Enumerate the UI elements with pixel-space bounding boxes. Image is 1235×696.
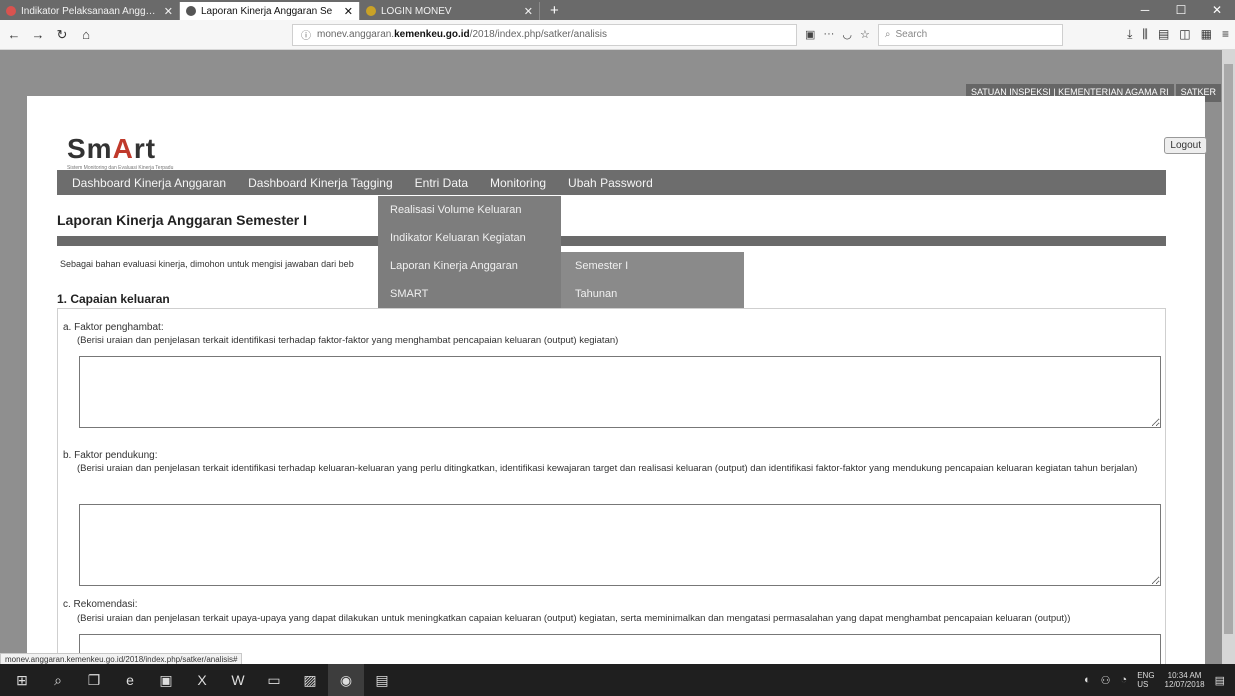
minimize-icon[interactable]: ─ — [1127, 3, 1163, 17]
file-explorer-icon[interactable]: ▭ — [256, 664, 292, 696]
sidebar-icon[interactable]: ▤ — [1158, 27, 1169, 42]
tab-close-icon[interactable]: ✕ — [344, 5, 353, 18]
menu-item-entri-data[interactable]: Entri Data — [415, 176, 468, 190]
download-icon[interactable]: ⤓ — [1127, 27, 1132, 42]
question-label-a: a. Faktor penghambat: — [63, 322, 164, 333]
edge-browser-icon[interactable]: e — [112, 664, 148, 696]
search-icon: ⌕ — [884, 29, 891, 40]
new-tab-button[interactable]: + — [540, 2, 569, 20]
excel-icon[interactable]: X — [184, 664, 220, 696]
browser-tab-1[interactable]: Indikator Pelaksanaan Anggaran Ti ✕ — [0, 2, 180, 20]
task-view-icon[interactable]: ❐ — [76, 664, 112, 696]
menu-item-ubah-password[interactable]: Ubah Password — [568, 176, 653, 190]
section-title: 1. Capaian keluaran — [57, 292, 170, 306]
firefox-icon[interactable]: ◉ — [328, 664, 364, 696]
question-desc-b: (Berisi uraian dan penjelasan terkait id… — [77, 463, 1138, 474]
windows-taskbar: ⊞ ⌕ ❐ e ▣ X W ▭ ▨ ◉ ▤ ◐ ⚇ ◔ ENG US 10:34 … — [0, 664, 1235, 696]
reader-view-icon[interactable]: ▣ — [805, 28, 815, 41]
store-icon[interactable]: ▣ — [148, 664, 184, 696]
reload-icon[interactable]: ↻ — [54, 27, 70, 43]
search-input[interactable]: ⌕ Search — [877, 23, 1063, 46]
extension-icon[interactable]: ▦ — [1201, 27, 1212, 42]
browser-toolbar: ⤓ ⫼ ▤ ◫ ▦ ≡ — [1127, 27, 1229, 42]
pocket-icon[interactable]: ◡ — [842, 28, 852, 41]
tab-favicon-icon — [366, 6, 376, 16]
back-arrow-icon[interactable]: ← — [6, 27, 22, 42]
tab-favicon-icon — [186, 6, 196, 16]
submenu-item-tahunan[interactable]: Tahunan — [561, 280, 744, 308]
photos-icon[interactable]: ▨ — [292, 664, 328, 696]
volume-icon[interactable]: ◔ — [1121, 674, 1128, 686]
network-icon[interactable]: ◐ — [1084, 674, 1091, 686]
dropdown-item-indikator-keluaran[interactable]: Indikator Keluaran Kegiatan — [378, 224, 561, 252]
page-actions-button[interactable]: ··· — [823, 28, 834, 41]
logo-text: SmArt — [67, 133, 157, 164]
title-divider — [57, 236, 1166, 246]
close-window-icon[interactable]: ✕ — [1199, 3, 1235, 17]
address-bar[interactable]: ⓘ monev.anggaran.kemenkeu.go.id/2018/ind… — [292, 23, 797, 46]
app-icon[interactable]: ▤ — [364, 664, 400, 696]
menu-item-monitoring[interactable]: Monitoring — [490, 176, 546, 190]
clock[interactable]: 10:34 AM 12/07/2018 — [1165, 671, 1205, 689]
word-icon[interactable]: W — [220, 664, 256, 696]
dropdown-lower: Laporan Kinerja Anggaran SMART — [378, 252, 561, 308]
answer-textarea-faktor-pendukung[interactable] — [79, 504, 1161, 586]
intro-text: Sebagai bahan evaluasi kinerja, dimohon … — [60, 259, 354, 269]
site-info-icon[interactable]: ⓘ — [301, 27, 311, 42]
question-label-c: c. Rekomendasi: — [63, 599, 138, 610]
logout-button[interactable]: Logout — [1164, 137, 1207, 154]
page-title: Laporan Kinerja Anggaran Semester I — [57, 212, 307, 228]
bookmark-star-icon[interactable]: ☆ — [860, 28, 870, 41]
language-indicator[interactable]: ENG US — [1137, 671, 1154, 689]
tab-close-icon[interactable]: ✕ — [164, 5, 173, 18]
dropdown-item-realisasi-volume[interactable]: Realisasi Volume Keluaran — [378, 196, 561, 224]
menu-item-dashboard-kinerja[interactable]: Dashboard Kinerja Anggaran — [72, 176, 226, 190]
page-scrollbar[interactable] — [1222, 50, 1235, 664]
browser-tab-2[interactable]: Laporan Kinerja Anggaran Se ✕ — [180, 2, 360, 20]
search-icon[interactable]: ⌕ — [40, 664, 76, 696]
answer-textarea-faktor-penghambat[interactable] — [79, 356, 1161, 428]
system-tray: ◐ ⚇ ◔ ENG US 10:34 AM 12/07/2018 ▤ — [1084, 671, 1231, 689]
forward-arrow-icon[interactable]: → — [30, 27, 46, 42]
question-desc-a: (Berisi uraian dan penjelasan terkait id… — [77, 335, 619, 346]
browser-tab-3[interactable]: LOGIN MONEV ✕ — [360, 2, 540, 20]
search-placeholder: Search — [895, 29, 928, 40]
tab-favicon-icon — [6, 6, 16, 16]
screenshot-icon[interactable]: ◫ — [1179, 27, 1190, 42]
browser-nav-bar: ← → ↻ ⌂ ⓘ monev.anggaran.kemenkeu.go.id/… — [0, 20, 1235, 50]
tab-label: LOGIN MONEV — [381, 5, 452, 17]
library-icon[interactable]: ⫼ — [1142, 27, 1148, 42]
scrollbar-thumb[interactable] — [1224, 64, 1233, 634]
notification-icon[interactable]: ▤ — [1215, 674, 1225, 687]
menu-item-dashboard-tagging[interactable]: Dashboard Kinerja Tagging — [248, 176, 393, 190]
url-text: monev.anggaran.kemenkeu.go.id/2018/index… — [317, 29, 607, 40]
dropdown-item-laporan-kinerja[interactable]: Laporan Kinerja Anggaran — [378, 252, 561, 280]
submenu-item-semester-1[interactable]: Semester I — [561, 252, 744, 280]
question-desc-c: (Berisi uraian dan penjelasan terkait up… — [77, 613, 1071, 624]
tab-label: Indikator Pelaksanaan Anggaran Ti — [21, 5, 159, 17]
main-menu: Dashboard Kinerja Anggaran Dashboard Kin… — [57, 170, 1166, 195]
windows-start-icon[interactable]: ⊞ — [4, 664, 40, 696]
url-actions: ▣ ··· ◡ ☆ — [805, 28, 870, 41]
dropdown-item-smart[interactable]: SMART — [378, 280, 561, 308]
home-icon[interactable]: ⌂ — [78, 27, 94, 42]
laporan-submenu: Semester I Tahunan — [561, 252, 744, 308]
maximize-icon[interactable]: ☐ — [1163, 3, 1199, 17]
browser-tab-bar: Indikator Pelaksanaan Anggaran Ti ✕ Lapo… — [0, 0, 1235, 20]
menu-hamburger-icon[interactable]: ≡ — [1222, 27, 1229, 42]
tab-label: Laporan Kinerja Anggaran Se — [201, 5, 333, 17]
tab-close-icon[interactable]: ✕ — [524, 5, 533, 18]
window-controls: ─ ☐ ✕ — [1127, 0, 1235, 20]
question-label-b: b. Faktor pendukung: — [63, 450, 158, 461]
entri-data-dropdown: Realisasi Volume Keluaran Indikator Kelu… — [378, 196, 561, 252]
people-icon[interactable]: ⚇ — [1101, 674, 1111, 687]
